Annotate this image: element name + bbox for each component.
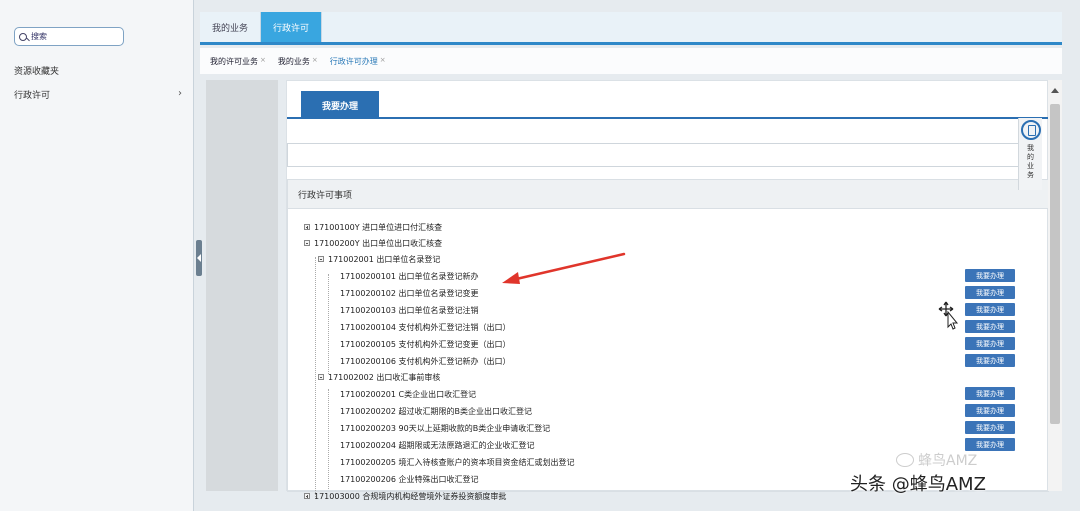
tree-node[interactable]: 17100200Y 出口单位出口收汇核查 (304, 235, 442, 251)
tree-leaf[interactable]: 17100200202 超过收汇期限的B类企业出口收汇登记 (340, 403, 532, 419)
apply-button[interactable]: 我要办理 (965, 421, 1015, 434)
breadcrumb-item[interactable]: 我的业务 × (278, 56, 318, 67)
chevron-right-icon: › (178, 88, 182, 99)
tree-node-label: 17100200204 超期限或无法原路退汇的企业收汇登记 (340, 440, 535, 450)
main-panel: 我要办理 行政许可事项 17100100Y 进口单位进口付汇核查 1710020… (286, 80, 1049, 501)
tree-guide-line (315, 257, 316, 497)
left-sidebar: 搜索 资源收藏夹 行政许可 › (0, 0, 194, 511)
watermark-small-text: 蜂鸟AMZ (918, 453, 978, 469)
tree-node[interactable]: 171003000 合规境内机构经营境外证券投资额度审批 (304, 488, 506, 504)
tree-node-label: 17100200106 支付机构外汇登记新办（出口） (340, 356, 511, 366)
sidebar-search[interactable]: 搜索 (14, 27, 124, 46)
collapse-icon[interactable] (318, 256, 324, 262)
tree-node-label: 17100200203 90天以上延期收款的B类企业申请收汇登记 (340, 423, 551, 433)
apply-button[interactable]: 我要办理 (965, 387, 1015, 400)
search-icon (19, 32, 27, 41)
tree-node[interactable]: 17100100Y 进口单位进口付汇核查 (304, 219, 442, 235)
tree-node-label: 17100200202 超过收汇期限的B类企业出口收汇登记 (340, 406, 533, 416)
tab-my-business[interactable]: 我的业务 (200, 12, 262, 42)
tree-leaf[interactable]: 17100200106 支付机构外汇登记新办（出口） (340, 353, 511, 369)
tree-leaf[interactable]: 17100200204 超期限或无法原路退汇的企业收汇登记 (340, 437, 535, 453)
tree-leaf[interactable]: 17100200103 出口单位名录登记注销 (340, 302, 479, 318)
search-label: 搜索 (31, 32, 47, 41)
close-icon[interactable]: × (260, 56, 266, 67)
tree-node-label: 17100100Y 进口单位进口付汇核查 (314, 222, 443, 232)
breadcrumb-label: 我的业务 (277, 56, 310, 66)
apply-button[interactable]: 我要办理 (965, 354, 1015, 367)
apply-button[interactable]: 我要办理 (965, 303, 1015, 316)
tree-leaf[interactable]: 17100200201 C类企业出口收汇登记 (340, 386, 476, 402)
tree-node-label: 171002001 出口单位名录登记 (328, 254, 441, 264)
tree-node-label: 17100200104 支付机构外汇登记注销（出口） (340, 322, 511, 332)
tree-guide-line (328, 389, 329, 489)
collapse-icon[interactable] (318, 374, 324, 380)
tree-node-label: 17100200205 境汇入待核查账户的资本项目资金结汇或划出登记 (340, 457, 575, 467)
permit-items-section: 行政许可事项 17100100Y 进口单位进口付汇核查 17100200Y 出口… (287, 179, 1049, 501)
tree-node[interactable]: 171002001 出口单位名录登记 (318, 251, 440, 267)
apply-button[interactable]: 我要办理 (965, 404, 1015, 417)
widget-label: 我的业务 (1027, 144, 1034, 179)
expand-icon[interactable] (304, 493, 310, 499)
top-tab-bar: 我的业务 行政许可 (200, 12, 1062, 45)
sidebar-item-permit[interactable]: 行政许可 › (14, 88, 182, 101)
section-title: 行政许可事项 (288, 179, 1048, 209)
sidebar-collapse-handle[interactable] (196, 240, 202, 276)
tree-node-label: 171002002 出口收汇事前审核 (328, 372, 441, 382)
my-business-widget[interactable]: 我的业务 (1018, 118, 1042, 190)
main-tab-row: 我要办理 (287, 81, 1049, 119)
tree-node-label: 171003000 合规境内机构经营境外证券投资额度审批 (314, 491, 507, 501)
tree-node-label: 17100200102 出口单位名录登记变更 (340, 288, 479, 298)
clipboard-icon (1020, 120, 1041, 140)
breadcrumb-item[interactable]: 我的许可业务 × (210, 56, 266, 67)
watermark-main: 头条 @蜂鸟AMZ (850, 474, 986, 495)
tree-node-label: 17100200103 出口单位名录登记注销 (340, 305, 479, 315)
tree-node-label: 17100200201 C类企业出口收汇登记 (340, 389, 477, 399)
close-icon[interactable]: × (380, 56, 386, 67)
tab-admin-permit[interactable]: 行政许可 (261, 12, 323, 42)
tab-apply[interactable]: 我要办理 (301, 91, 379, 119)
watermark-small: 蜂鸟AMZ (896, 450, 977, 470)
tree-leaf[interactable]: 17100200206 企业特殊出口收汇登记 (340, 471, 479, 487)
vertical-scrollbar[interactable] (1048, 80, 1062, 491)
sidebar-item-favorites[interactable]: 资源收藏夹 (14, 64, 59, 77)
breadcrumb-label: 行政许可办理 (329, 56, 378, 66)
tree-leaf[interactable]: 17100200104 支付机构外汇登记注销（出口） (340, 319, 511, 335)
left-gray-pane (206, 80, 278, 491)
tree-leaf[interactable]: 17100200105 支付机构外汇登记变更（出口） (340, 336, 511, 352)
tree-leaf[interactable]: 17100200205 境汇入待核查账户的资本项目资金结汇或划出登记 (340, 454, 575, 470)
move-cursor-icon (938, 301, 959, 330)
scroll-thumb[interactable] (1050, 104, 1060, 424)
expand-icon[interactable] (304, 224, 310, 230)
collapse-icon[interactable] (304, 240, 310, 246)
tree-node-label: 17100200Y 出口单位出口收汇核查 (314, 238, 443, 248)
breadcrumb-item-active[interactable]: 行政许可办理 × (330, 56, 386, 67)
tree-guide-line (328, 274, 329, 374)
tree-leaf[interactable]: 17100200203 90天以上延期收款的B类企业申请收汇登记 (340, 420, 550, 436)
tree-node-label: 17100200105 支付机构外汇登记变更（出口） (340, 339, 511, 349)
tree-node-label: 17100200101 出口单位名录登记新办 (340, 271, 479, 281)
filter-input[interactable] (287, 143, 1022, 167)
tree-node-label: 17100200206 企业特殊出口收汇登记 (340, 474, 479, 484)
wechat-icon (896, 453, 914, 467)
breadcrumb-label: 我的许可业务 (210, 56, 258, 66)
apply-button[interactable]: 我要办理 (965, 269, 1015, 282)
red-arrow-annotation (502, 252, 626, 284)
apply-button[interactable]: 我要办理 (965, 320, 1015, 333)
apply-button[interactable]: 我要办理 (965, 286, 1015, 299)
tree-node[interactable]: 171002002 出口收汇事前审核 (318, 369, 440, 385)
sidebar-item-label: 行政许可 (14, 91, 51, 101)
scroll-up-icon[interactable] (1051, 88, 1059, 93)
apply-button[interactable]: 我要办理 (965, 337, 1015, 350)
tree-leaf[interactable]: 17100200101 出口单位名录登记新办 (340, 268, 479, 284)
sidebar-item-label: 资源收藏夹 (14, 67, 60, 77)
breadcrumb: 我的许可业务 × 我的业务 × 行政许可办理 × (200, 48, 1062, 74)
close-icon[interactable]: × (312, 56, 318, 67)
tree-leaf[interactable]: 17100200102 出口单位名录登记变更 (340, 285, 479, 301)
